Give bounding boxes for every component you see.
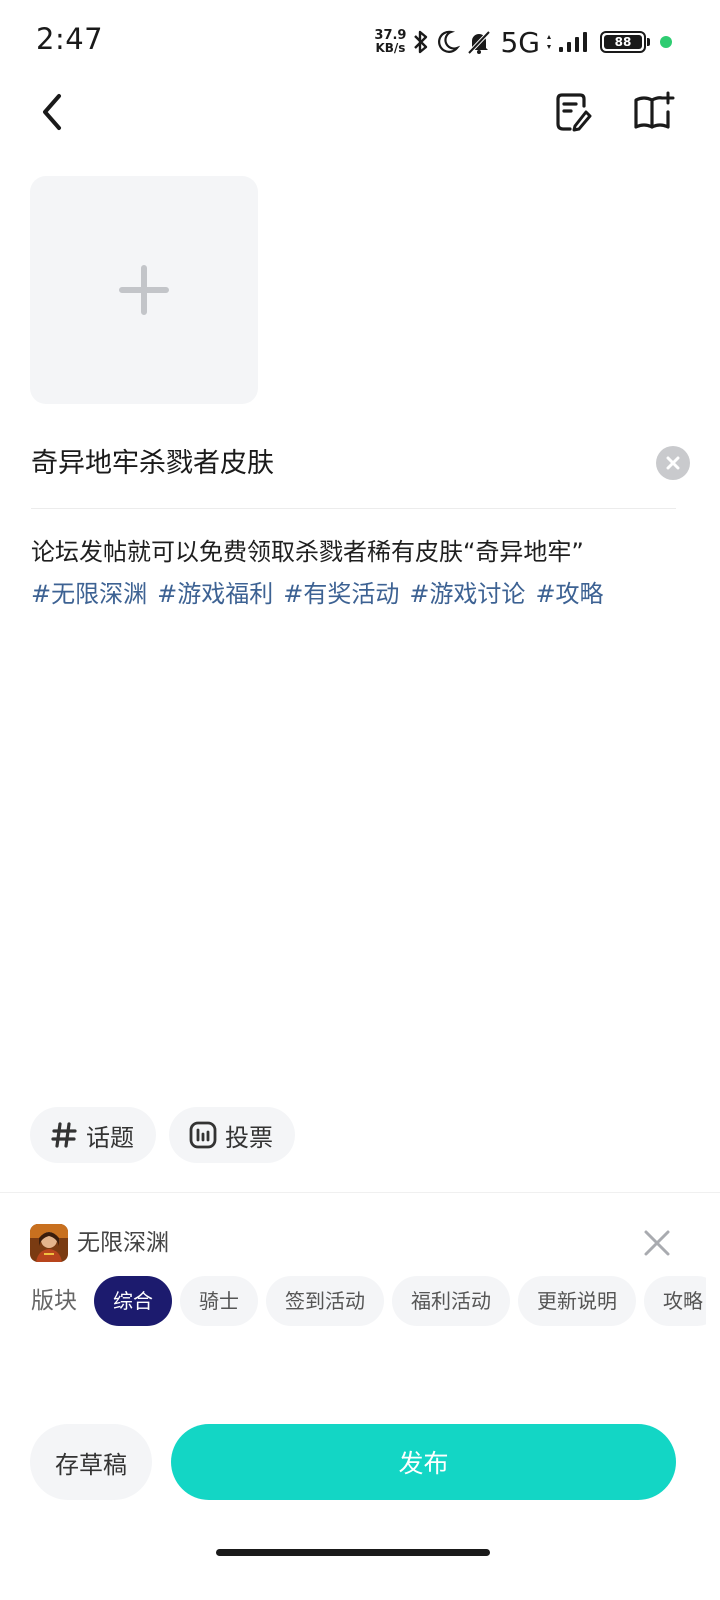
moon-icon <box>438 30 461 53</box>
back-button[interactable] <box>30 88 74 136</box>
status-icons: 37.9 KB/s 5G 88 <box>374 25 672 59</box>
board-option[interactable]: 更新说明 <box>518 1276 636 1326</box>
game-name: 无限深渊 <box>77 1230 169 1256</box>
board-selector[interactable]: 综合 骑士 签到活动 福利活动 更新说明 攻略 <box>94 1276 706 1326</box>
hashtag-list: #无限深渊 #游戏福利 #有奖活动 #游戏讨论 #攻略 <box>31 574 691 614</box>
clear-title-button[interactable] <box>656 446 690 480</box>
post-title-input[interactable]: 奇异地牢杀戮者皮肤 <box>31 444 631 484</box>
data-arrows-icon <box>547 35 551 49</box>
signal-icon <box>559 32 587 52</box>
add-image-button[interactable] <box>30 176 258 404</box>
hashtag[interactable]: #游戏福利 <box>157 574 273 614</box>
battery-level: 88 <box>604 35 642 49</box>
poll-icon <box>189 1121 217 1149</box>
bell-muted-icon <box>468 30 491 55</box>
battery-icon: 88 <box>600 31 650 53</box>
game-character-icon <box>30 1224 68 1262</box>
board-option-selected[interactable]: 综合 <box>94 1276 172 1326</box>
status-time: 2:47 <box>36 22 104 56</box>
remove-game-icon[interactable] <box>640 1226 674 1260</box>
home-indicator <box>216 1549 490 1556</box>
vote-label: 投票 <box>225 1123 273 1152</box>
board-label: 版块 <box>31 1288 77 1314</box>
net-speed-unit: KB/s <box>375 41 406 55</box>
hashtag[interactable]: #攻略 <box>535 574 603 614</box>
publish-button[interactable]: 发布 <box>171 1424 676 1500</box>
network-type: 5G <box>500 25 540 59</box>
back-icon <box>43 94 61 130</box>
privacy-indicator-dot <box>660 36 672 48</box>
board-option[interactable]: 骑士 <box>180 1276 258 1326</box>
vote-button[interactable]: 投票 <box>169 1107 295 1163</box>
bluetooth-icon <box>414 30 428 54</box>
topic-button[interactable]: 话题 <box>30 1107 156 1163</box>
hashtag[interactable]: #游戏讨论 <box>409 574 525 614</box>
hashtag[interactable]: #无限深渊 <box>31 574 147 614</box>
status-bar: 2:47 37.9 KB/s 5G 88 <box>0 0 720 84</box>
edit-note-icon[interactable] <box>550 90 594 134</box>
plus-icon <box>119 265 169 315</box>
title-divider <box>31 508 676 509</box>
section-divider <box>0 1192 720 1193</box>
post-body-input[interactable]: 论坛发帖就可以免费领取杀戮者稀有皮肤“奇异地牢” <box>31 530 681 574</box>
hashtag[interactable]: #有奖活动 <box>283 574 399 614</box>
board-option[interactable]: 签到活动 <box>266 1276 384 1326</box>
hashtag-icon <box>51 1122 77 1148</box>
topic-label: 话题 <box>86 1123 134 1152</box>
net-speed: 37.9 KB/s <box>374 29 406 55</box>
guide-book-icon[interactable] <box>632 90 676 134</box>
game-avatar <box>30 1224 68 1262</box>
board-option[interactable]: 福利活动 <box>392 1276 510 1326</box>
close-icon <box>666 456 680 470</box>
save-draft-button[interactable]: 存草稿 <box>30 1424 152 1500</box>
board-option[interactable]: 攻略 <box>644 1276 706 1326</box>
